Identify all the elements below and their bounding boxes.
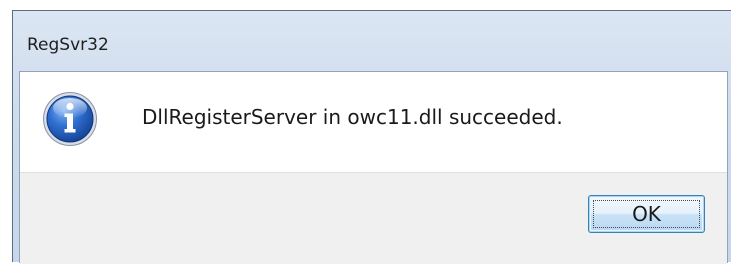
button-bar: OK: [20, 172, 727, 264]
ok-button[interactable]: OK: [588, 195, 705, 233]
message-area: DllRegisterServer in owc11.dll succeeded…: [20, 72, 727, 172]
title-bar[interactable]: RegSvr32: [13, 11, 731, 71]
message-text: DllRegisterServer in owc11.dll succeeded…: [142, 105, 563, 129]
message-dialog: RegSvr32 DllRegisterServer in owc11.dll …: [12, 10, 731, 264]
dialog-client-area: DllRegisterServer in owc11.dll succeeded…: [19, 71, 728, 264]
ok-button-label: OK: [632, 202, 661, 226]
window-title: RegSvr32: [27, 35, 109, 55]
info-icon: [42, 91, 98, 147]
